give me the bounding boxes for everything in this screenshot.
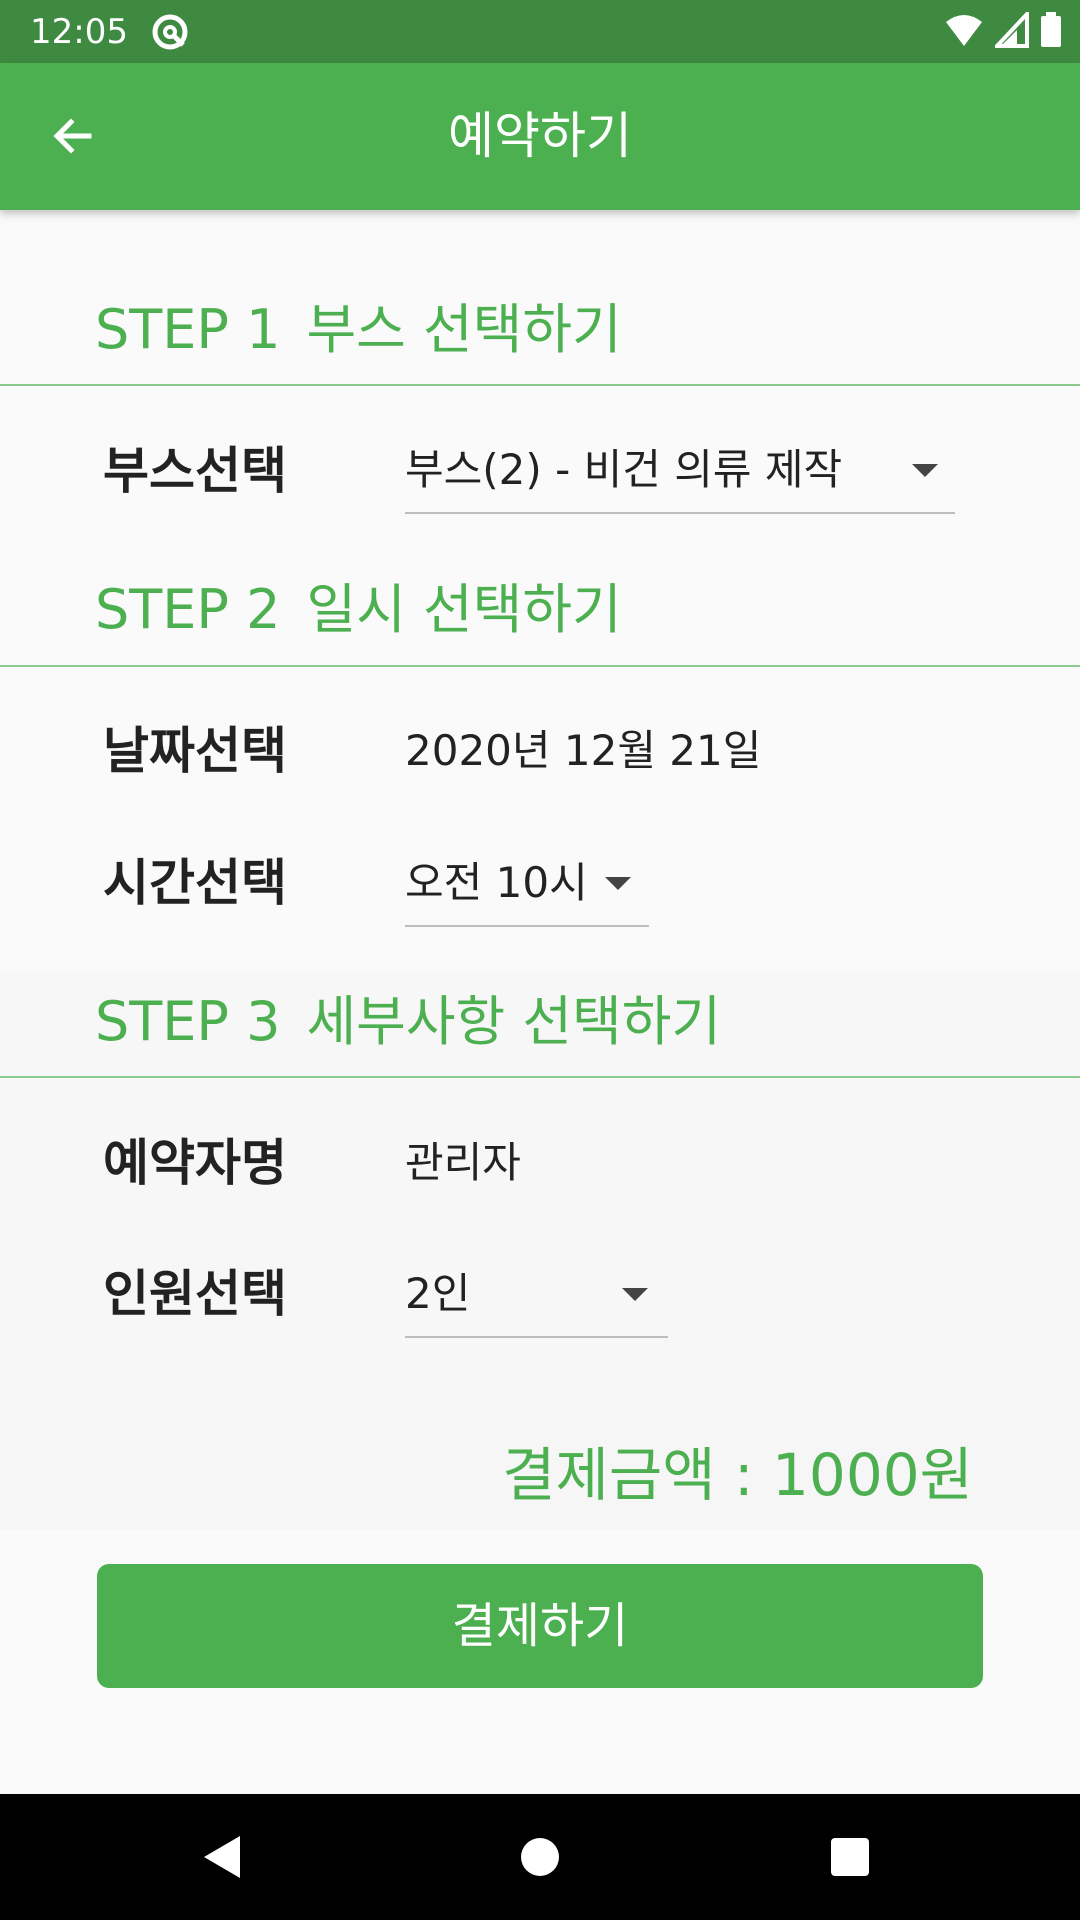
step-2-divider: [0, 665, 1080, 667]
app-bar: 예약하기: [0, 63, 1080, 210]
at-sign-icon: [150, 12, 190, 52]
people-spinner[interactable]: 2인: [405, 1266, 668, 1338]
step-3-number: STEP 3: [95, 990, 281, 1053]
step-1-text: 부스 선택하기: [306, 298, 622, 361]
step-3-text: 세부사항 선택하기: [306, 990, 722, 1053]
step-3-divider: [0, 1076, 1080, 1078]
step-2-number: STEP 2: [95, 578, 281, 641]
booth-spinner[interactable]: 부스(2) - 비건 의류 제작: [405, 442, 955, 514]
step-1-number: STEP 1: [95, 298, 281, 361]
pay-button[interactable]: 결제하기: [97, 1564, 983, 1688]
name-value: 관리자: [405, 1138, 521, 1187]
booth-value: 부스(2) - 비건 의류 제작: [405, 445, 843, 494]
time-label: 시간선택: [103, 854, 287, 912]
total-amount: 결제금액 : 1000원: [502, 1441, 973, 1509]
page-title: 예약하기: [448, 107, 632, 165]
status-bar: 12:05: [0, 0, 1080, 63]
chevron-down-icon: [912, 464, 938, 477]
signal-icon: [994, 12, 1029, 48]
navigation-bar: [0, 1794, 1080, 1920]
step-3-title: STEP 3 세부사항 선택하기: [95, 987, 721, 1057]
step-2-text: 일시 선택하기: [306, 578, 622, 641]
recents-square-icon[interactable]: [830, 1837, 870, 1881]
people-label: 인원선택: [103, 1265, 287, 1323]
chevron-down-icon: [622, 1288, 648, 1301]
wifi-icon: [945, 15, 982, 46]
people-value: 2인: [405, 1269, 471, 1318]
time-value: 오전 10시: [405, 858, 588, 907]
booth-label: 부스선택: [103, 442, 287, 500]
date-label: 날짜선택: [103, 722, 287, 780]
chevron-down-icon: [605, 877, 631, 890]
home-circle-icon[interactable]: [520, 1837, 560, 1881]
time-spinner[interactable]: 오전 10시: [405, 855, 649, 927]
status-icons: [938, 12, 1062, 52]
step-1-divider: [0, 384, 1080, 386]
date-picker-value[interactable]: 2020년 12월 21일: [405, 723, 761, 779]
battery-icon: [1041, 12, 1061, 47]
step-2-title: STEP 2 일시 선택하기: [95, 575, 622, 645]
back-triangle-icon[interactable]: [200, 1834, 244, 1884]
step-1-title: STEP 1 부스 선택하기: [95, 295, 622, 365]
name-label: 예약자명: [103, 1134, 287, 1192]
status-time: 12:05: [30, 12, 128, 52]
